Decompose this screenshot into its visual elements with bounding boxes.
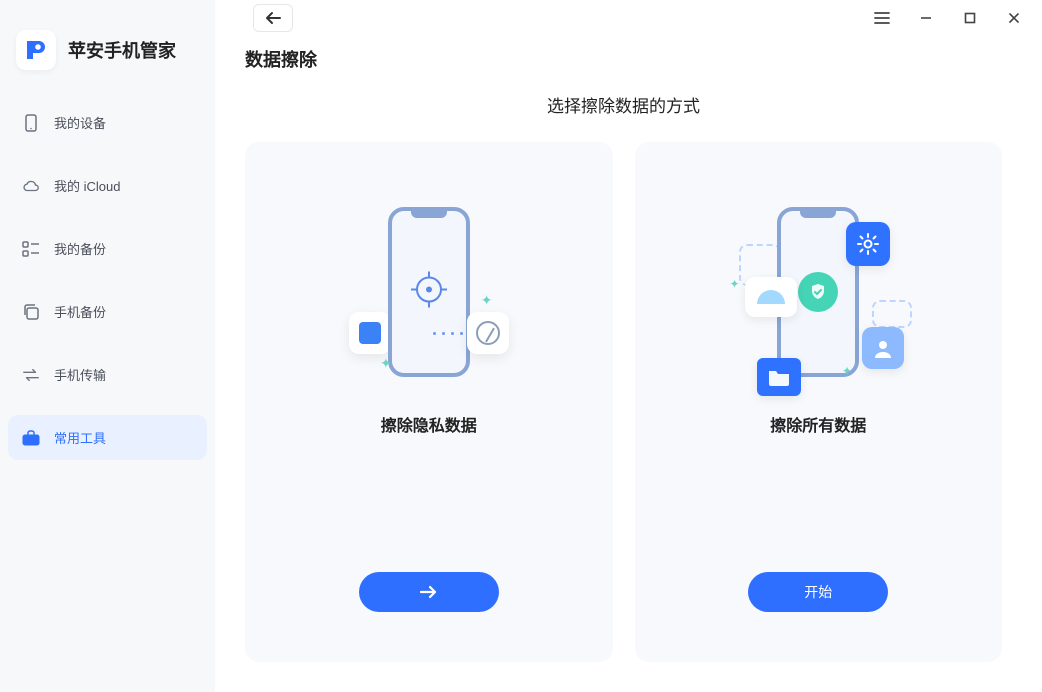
maximize-button[interactable]	[950, 2, 990, 34]
sidebar-item-tools[interactable]: 常用工具	[8, 415, 207, 460]
sparkle-icon: ✦	[730, 277, 740, 291]
sidebar-item-label: 手机备份	[54, 302, 106, 321]
erase-all-button[interactable]: 开始	[748, 572, 888, 612]
gear-icon	[846, 222, 890, 266]
sidebar-item-transfer[interactable]: 手机传输	[8, 352, 207, 397]
erase-all-illustration: ✦ ✦	[655, 182, 983, 402]
sidebar-item-devices[interactable]: 我的设备	[8, 100, 207, 145]
app-logo: 苹安手机管家	[8, 30, 207, 70]
phone-outline-icon	[388, 207, 470, 377]
back-button[interactable]	[253, 4, 293, 32]
arrow-left-icon	[264, 11, 282, 25]
dashed-placeholder-icon	[872, 300, 912, 328]
sidebar-item-label: 我的备份	[54, 239, 106, 258]
sparkle-icon: ✦	[842, 364, 852, 378]
card-title: 擦除所有数据	[770, 412, 866, 436]
menu-button[interactable]	[862, 2, 902, 34]
compass-icon	[467, 312, 509, 354]
sidebar-item-label: 我的设备	[54, 113, 106, 132]
logo-icon	[16, 30, 56, 70]
privacy-illustration: ✦ ✦	[265, 182, 593, 402]
main: 数据擦除 选择擦除数据的方式 ✦ ✦	[215, 0, 1042, 692]
sidebar-item-label: 常用工具	[54, 428, 106, 447]
close-icon	[1007, 11, 1021, 25]
sidebar: 苹安手机管家 我的设备 我的 iCloud 我的备份	[0, 0, 215, 692]
shield-check-icon	[798, 272, 838, 312]
sidebar-item-icloud[interactable]: 我的 iCloud	[8, 163, 207, 208]
maximize-icon	[963, 11, 977, 25]
sidebar-item-backup[interactable]: 我的备份	[8, 226, 207, 271]
page-subtitle: 选择擦除数据的方式	[245, 92, 1002, 117]
app-tile-icon	[349, 312, 391, 354]
arrow-right-icon	[419, 585, 439, 599]
card-erase-all: ✦ ✦ 擦除所有数据 开始	[635, 142, 1003, 662]
toolbox-icon	[22, 429, 40, 447]
target-icon	[409, 270, 449, 315]
titlebar	[215, 0, 1042, 36]
page-title: 数据擦除	[245, 46, 1002, 72]
sidebar-item-label: 我的 iCloud	[54, 176, 120, 195]
content: 数据擦除 选择擦除数据的方式 ✦ ✦	[215, 36, 1042, 692]
transfer-icon	[22, 366, 40, 384]
close-button[interactable]	[994, 2, 1034, 34]
phone-icon	[22, 114, 40, 132]
photo-icon	[745, 277, 797, 317]
sparkle-icon: ✦	[380, 355, 392, 372]
cloud-icon	[22, 177, 40, 195]
app-name: 苹安手机管家	[68, 37, 176, 63]
hamburger-icon	[874, 11, 890, 25]
cards-row: ✦ ✦ 擦除隐私数据	[245, 142, 1002, 662]
sidebar-item-label: 手机传输	[54, 365, 106, 384]
card-erase-privacy: ✦ ✦ 擦除隐私数据	[245, 142, 613, 662]
avatar-icon	[862, 327, 904, 369]
minimize-button[interactable]	[906, 2, 946, 34]
minimize-icon	[919, 11, 933, 25]
sidebar-item-phone-backup[interactable]: 手机备份	[8, 289, 207, 334]
sidebar-nav: 我的设备 我的 iCloud 我的备份	[8, 100, 207, 460]
sparkle-icon: ✦	[481, 292, 493, 309]
list-icon	[22, 240, 40, 258]
copy-icon	[22, 303, 40, 321]
card-title: 擦除隐私数据	[381, 412, 477, 436]
folder-icon	[757, 358, 801, 396]
erase-privacy-button[interactable]	[359, 572, 499, 612]
